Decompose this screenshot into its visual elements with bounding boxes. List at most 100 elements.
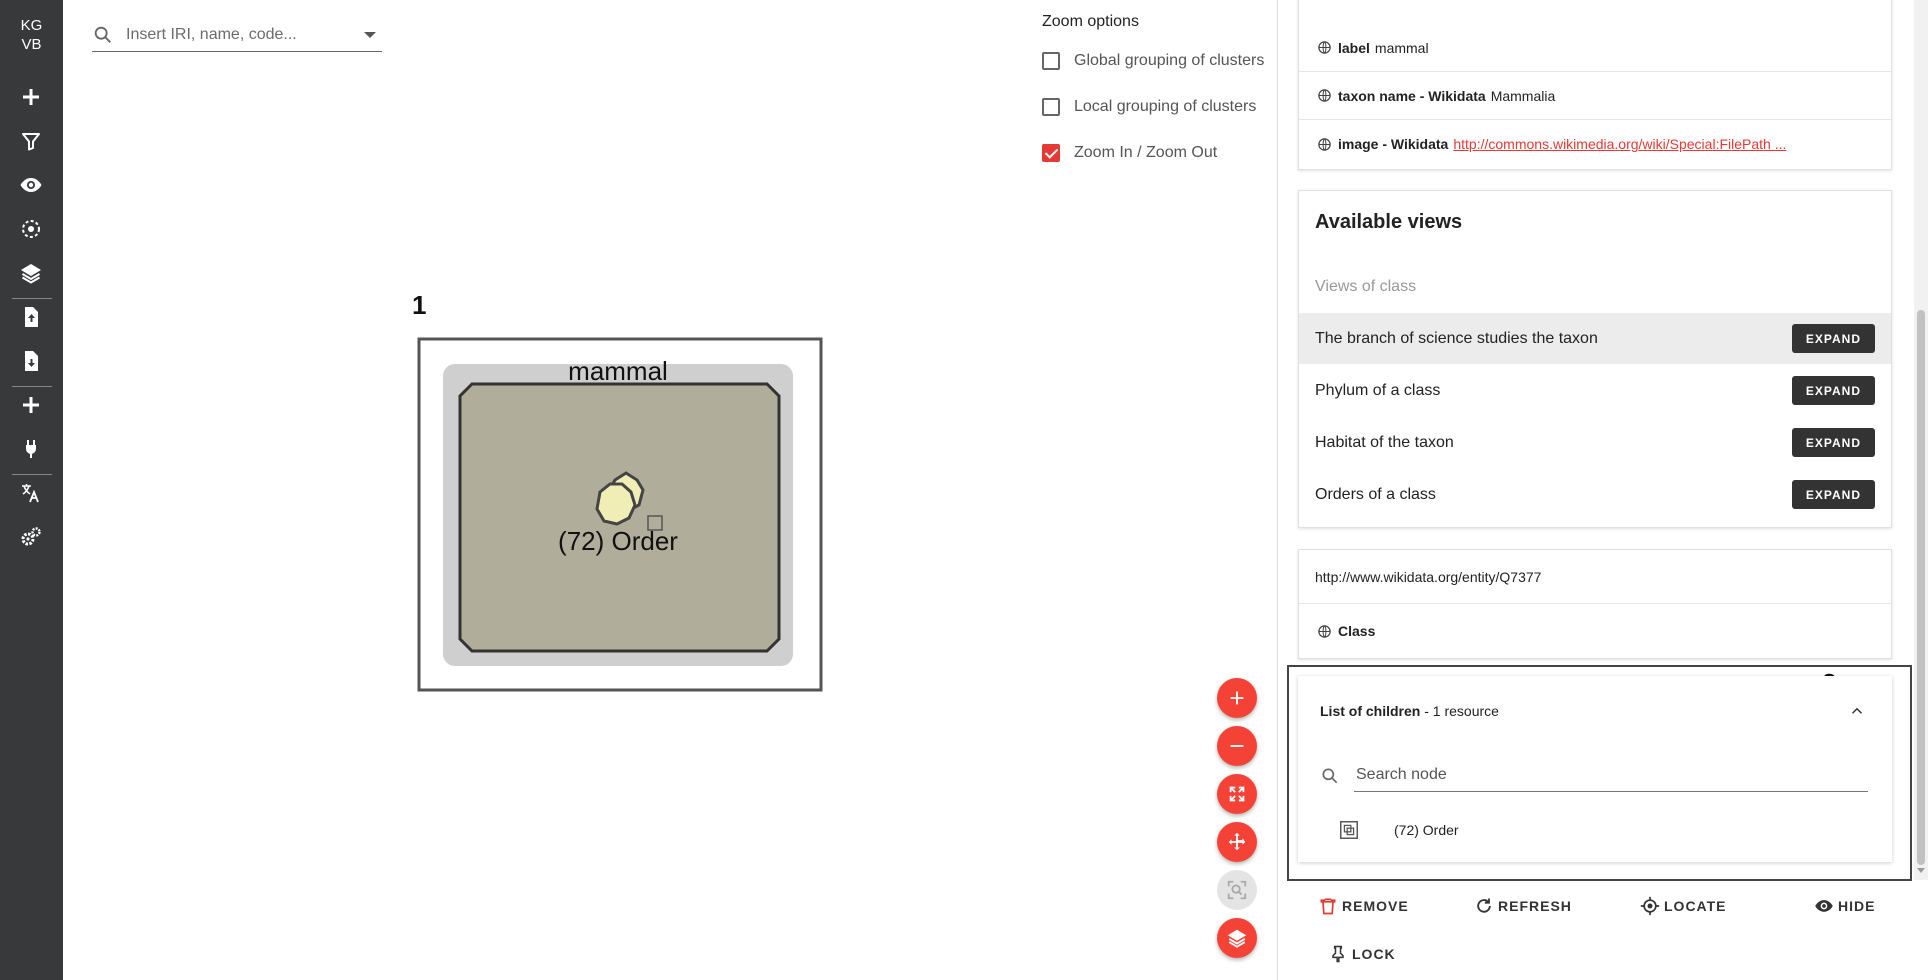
chevron-down-icon[interactable]: [364, 32, 376, 38]
property-value: Mammalia: [1490, 87, 1556, 104]
view-item[interactable]: Habitat of the taxon EXPAND: [1299, 417, 1891, 468]
entity-card: http://www.wikidata.org/entity/Q7377 Cla…: [1298, 549, 1892, 659]
expand-button[interactable]: EXPAND: [1791, 324, 1875, 353]
property-row: label mammal: [1299, 24, 1891, 72]
zoom-in-button[interactable]: [1217, 678, 1257, 718]
panel-divider: [1277, 0, 1278, 980]
children-title[interactable]: List of children - 1 resource: [1320, 703, 1499, 719]
checkbox-label: Global grouping of clusters: [1074, 52, 1265, 69]
logo-line1: KG: [20, 17, 43, 34]
property-row: image - Wikidata http://commons.wikimedi…: [1299, 120, 1891, 168]
checkbox-label: Zoom In / Zoom Out: [1074, 144, 1218, 161]
annotation-marker-1: 1: [412, 290, 427, 320]
properties-card: label mammal taxon name - Wikidata Mamma…: [1298, 0, 1892, 170]
zoom-options-title: Zoom options: [1042, 13, 1139, 30]
file-upload-icon[interactable]: [16, 302, 46, 332]
plus-icon[interactable]: [16, 390, 46, 420]
available-views-title: Available views: [1315, 211, 1463, 233]
refresh-label: REFRESH: [1498, 898, 1572, 914]
sidebar: KG VB: [0, 0, 63, 980]
logo-line2: VB: [21, 36, 42, 53]
translate-icon[interactable]: [16, 478, 46, 508]
move-button[interactable]: [1217, 822, 1257, 862]
zoom-reset-icon: [1227, 880, 1247, 900]
hide-button[interactable]: HIDE: [1814, 896, 1875, 916]
property-key: image - Wikidata: [1338, 136, 1449, 152]
property-key: taxon name - Wikidata: [1338, 87, 1486, 104]
refresh-icon: [1477, 898, 1491, 913]
view-label: Phylum of a class: [1315, 381, 1441, 399]
entity-uri: http://www.wikidata.org/entity/Q7377: [1299, 550, 1891, 604]
lock-label: LOCK: [1352, 946, 1396, 962]
expand-button[interactable]: EXPAND: [1791, 480, 1875, 509]
view-item[interactable]: Orders of a class EXPAND: [1299, 469, 1891, 520]
plug-icon[interactable]: [16, 434, 46, 464]
globe-icon: [1318, 137, 1331, 151]
checkbox-label: Local grouping of clusters: [1074, 98, 1257, 115]
file-download-icon[interactable]: [16, 346, 46, 376]
scroll-down-arrow[interactable]: [1917, 868, 1925, 873]
zoom-in-out-checkbox[interactable]: Zoom In / Zoom Out: [1042, 144, 1217, 162]
view-item[interactable]: Phylum of a class EXPAND: [1299, 365, 1891, 416]
property-value: mammal: [1374, 39, 1429, 56]
globe-icon: [1318, 41, 1331, 54]
cluster-label: mammal: [568, 356, 668, 386]
remove-icon: [1230, 745, 1244, 747]
remove-button[interactable]: REMOVE: [1318, 896, 1409, 916]
fit-view-button[interactable]: [1217, 774, 1257, 814]
search-input[interactable]: [124, 22, 344, 48]
view-label: Habitat of the taxon: [1315, 433, 1454, 451]
available-views-card: Available views Views of class The branc…: [1298, 190, 1892, 528]
locate-label: LOCATE: [1664, 898, 1727, 914]
local-grouping-checkbox[interactable]: Local grouping of clusters: [1042, 98, 1256, 116]
property-row: taxon name - Wikidata Mammalia: [1299, 72, 1891, 120]
global-grouping-checkbox[interactable]: Global grouping of clusters: [1042, 52, 1264, 70]
checkbox-icon[interactable]: [1042, 98, 1060, 116]
layers-icon: [1227, 929, 1247, 948]
locate-button[interactable]: LOCATE: [1640, 896, 1727, 916]
child-item-label: (72) Order: [1394, 822, 1459, 838]
view-label: Orders of a class: [1315, 485, 1436, 503]
app-logo[interactable]: KG VB: [0, 16, 63, 54]
layers-button[interactable]: [1217, 918, 1257, 958]
cluster-icon: [1340, 821, 1358, 839]
expand-button[interactable]: EXPAND: [1791, 376, 1875, 405]
zoom-reset-button[interactable]: [1217, 870, 1257, 910]
settings-icon[interactable]: [16, 522, 46, 552]
refresh-button[interactable]: REFRESH: [1474, 896, 1572, 916]
scrollbar-thumb[interactable]: [1917, 310, 1925, 865]
lock-button[interactable]: LOCK: [1328, 944, 1396, 964]
zoom-out-button[interactable]: [1217, 726, 1257, 766]
search-icon: [1322, 768, 1338, 784]
eye-icon[interactable]: [16, 170, 46, 200]
children-title-bold: List of children: [1320, 703, 1421, 719]
search-icon: [94, 26, 111, 43]
hide-label: HIDE: [1838, 898, 1876, 914]
eye-icon: [1815, 900, 1833, 912]
add-icon: [1230, 691, 1244, 705]
children-panel: List of children - 1 resource (72) Order: [1298, 676, 1892, 862]
child-search-input[interactable]: [1354, 758, 1868, 792]
panel-scrollbar[interactable]: [1914, 0, 1928, 880]
locate-icon: [1640, 896, 1660, 916]
plus-icon[interactable]: [16, 82, 46, 112]
filter-icon[interactable]: [16, 126, 46, 156]
entity-type: Class: [1338, 623, 1376, 639]
search-bar: [92, 18, 382, 52]
focus-icon[interactable]: [16, 214, 46, 244]
globe-icon: [1318, 89, 1331, 102]
view-item[interactable]: The branch of science studies the taxon …: [1299, 313, 1891, 364]
chevron-up-icon[interactable]: [1848, 702, 1866, 720]
layers-icon[interactable]: [16, 258, 46, 288]
checkbox-checked-icon[interactable]: [1042, 144, 1060, 162]
list-item[interactable]: (72) Order: [1298, 806, 1892, 856]
expand-button[interactable]: EXPAND: [1791, 428, 1875, 457]
view-label: The branch of science studies the taxon: [1315, 329, 1598, 347]
remove-label: REMOVE: [1342, 898, 1409, 914]
graph-canvas[interactable]: mammal (72) Order: [416, 336, 826, 696]
pin-icon: [1332, 945, 1344, 963]
move-icon: [1228, 832, 1246, 851]
checkbox-icon[interactable]: [1042, 52, 1060, 70]
property-link[interactable]: http://commons.wikimedia.org/wiki/Specia…: [1453, 136, 1786, 152]
node-label: (72) Order: [558, 526, 678, 556]
